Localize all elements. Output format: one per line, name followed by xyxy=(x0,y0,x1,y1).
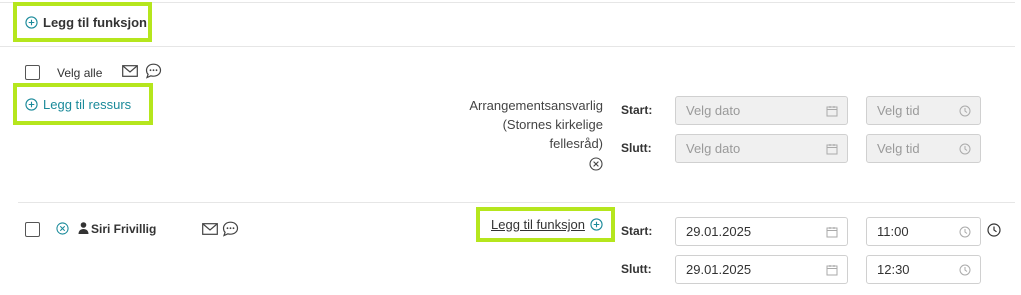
person-name[interactable]: Siri Frivillig xyxy=(91,222,156,236)
plus-circle-icon xyxy=(25,16,38,29)
calendar-icon xyxy=(826,105,838,116)
start-date-placeholder: Velg dato xyxy=(686,103,741,118)
add-function-person-label: Legg til funksjon xyxy=(491,217,585,232)
remove-circle-icon[interactable] xyxy=(56,222,69,235)
add-function-button[interactable]: Legg til funksjon xyxy=(25,15,147,30)
end-time-placeholder: Velg tid xyxy=(877,141,920,156)
envelope-icon[interactable] xyxy=(202,223,218,235)
person-end-date-field[interactable]: 29.01.2025 xyxy=(675,255,848,284)
section-divider xyxy=(0,46,1015,47)
person-divider xyxy=(18,202,1015,203)
person-start-date-field[interactable]: 29.01.2025 xyxy=(675,217,848,246)
end-time-field[interactable]: Velg tid xyxy=(866,134,981,163)
end-date-field[interactable]: Velg dato xyxy=(675,134,848,163)
add-function-person-button[interactable]: Legg til funksjon xyxy=(491,217,603,232)
person-start-time-value: 11:00 xyxy=(877,224,909,239)
person-end-time-field[interactable]: 12:30 xyxy=(866,255,981,284)
clock-icon xyxy=(959,226,971,237)
start-time-placeholder: Velg tid xyxy=(877,103,920,118)
person-start-time-field[interactable]: 11:00 xyxy=(866,217,981,246)
person-checkbox[interactable] xyxy=(25,222,40,237)
clock-icon xyxy=(959,105,971,116)
chat-bubble-icon[interactable] xyxy=(222,221,239,237)
end-label: Slutt: xyxy=(621,141,652,155)
add-resource-label: Legg til ressurs xyxy=(43,97,132,112)
calendar-icon xyxy=(826,143,838,154)
person-start-label: Start: xyxy=(621,224,653,238)
plus-circle-icon xyxy=(590,218,603,231)
add-resource-button[interactable]: Legg til ressurs xyxy=(25,97,131,112)
person-end-label: Slutt: xyxy=(621,262,652,276)
start-label: Start: xyxy=(621,103,653,117)
end-date-placeholder: Velg dato xyxy=(686,141,741,156)
chat-bubble-icon[interactable] xyxy=(145,63,162,79)
person-end-time-value: 12:30 xyxy=(877,262,910,277)
calendar-icon xyxy=(826,264,838,275)
calendar-icon xyxy=(826,226,838,237)
responsible-owner: Arrangementsansvarlig (Stornes kirkelige… xyxy=(403,96,603,153)
start-date-field[interactable]: Velg dato xyxy=(675,96,848,125)
add-function-label: Legg til funksjon xyxy=(43,15,147,30)
person-icon xyxy=(78,222,89,234)
remove-circle-icon[interactable] xyxy=(589,157,603,171)
clock-icon xyxy=(959,264,971,275)
person-start-date-value: 29.01.2025 xyxy=(686,224,752,239)
start-time-field[interactable]: Velg tid xyxy=(866,96,981,125)
select-all-checkbox[interactable] xyxy=(25,65,40,80)
envelope-icon[interactable] xyxy=(122,65,138,77)
owner-line: fellesråd) xyxy=(549,136,603,151)
select-all-label: Velg alle xyxy=(57,66,103,80)
plus-circle-icon xyxy=(25,98,38,111)
clock-icon xyxy=(959,143,971,154)
clock-icon[interactable] xyxy=(987,223,1001,237)
owner-line: Arrangementsansvarlig xyxy=(469,98,603,113)
person-end-date-value: 29.01.2025 xyxy=(686,262,752,277)
top-divider xyxy=(0,2,1015,3)
owner-line: (Stornes kirkelige xyxy=(502,117,603,132)
